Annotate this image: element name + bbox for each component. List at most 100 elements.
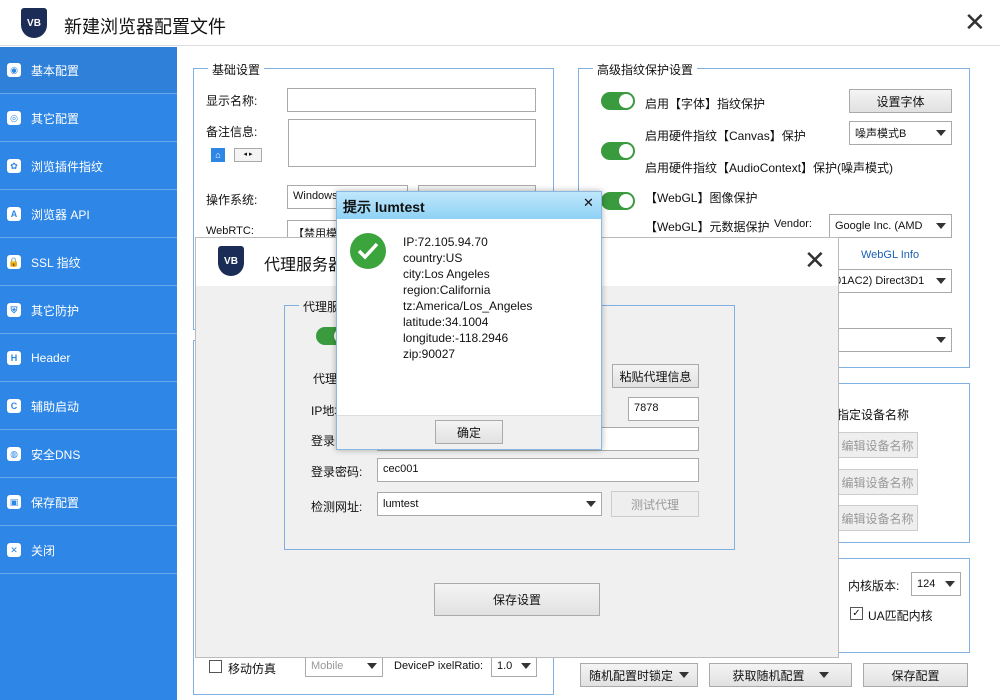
audio-protection-toggle[interactable] <box>601 192 635 210</box>
close-circle-icon: ✕ <box>7 543 21 557</box>
chevron-down-icon <box>586 501 596 507</box>
sidebar-item-label: 其它配置 <box>31 111 80 126</box>
renderer-value: 01AC2) Direct3D1 <box>835 275 925 287</box>
kernel-version-label: 内核版本: <box>848 579 900 593</box>
cmd-icon: C <box>7 399 21 413</box>
mobile-select[interactable]: Mobile <box>305 655 383 677</box>
mobile-emulation-checkbox[interactable] <box>209 660 222 673</box>
sidebar-item-7[interactable]: C 辅助启动 <box>0 383 177 430</box>
chevron-down-icon <box>936 337 946 343</box>
advanced-title: 高级指纹保护设置 <box>593 61 698 78</box>
sidebar-item-label: 保存配置 <box>31 495 80 510</box>
chevron-down-icon <box>818 672 829 678</box>
alert-line: country:US <box>403 251 463 265</box>
save-config-button[interactable]: 保存配置 <box>863 663 968 687</box>
check-url-select[interactable]: lumtest <box>377 492 602 516</box>
sidebar-item-label: 基本配置 <box>31 63 80 78</box>
get-random-config-label: 获取随机配置 <box>732 668 805 683</box>
canvas-mode-value: 噪声模式B <box>855 128 907 140</box>
sidebar-item-5[interactable]: ⛨ 其它防护 <box>0 287 177 334</box>
webgl-info-link[interactable]: WebGL Info <box>861 249 919 261</box>
proxy-close-icon[interactable]: ✕ <box>804 248 826 274</box>
mobile-select-value: Mobile <box>311 660 344 672</box>
chevron-down-icon <box>367 663 377 669</box>
sidebar-item-3[interactable]: A 浏览器 API <box>0 191 177 238</box>
alert-line: longitude:-118.2946 <box>403 331 509 345</box>
paste-proxy-button[interactable]: 粘贴代理信息 <box>612 364 699 388</box>
alert-ok-button[interactable]: 确定 <box>435 420 503 444</box>
chevron-down-icon <box>936 130 946 136</box>
globe-icon: ◍ <box>7 447 21 461</box>
check-url-value: lumtest <box>383 498 419 510</box>
password-input[interactable]: cec001 <box>377 458 699 482</box>
device-name-title: 指定设备名称 <box>837 408 910 422</box>
alert-line: region:California <box>403 283 491 297</box>
test-proxy-button[interactable]: 测试代理 <box>611 491 699 517</box>
edit-device-name-button-3[interactable]: 编辑设备名称 <box>837 505 918 531</box>
chevron-down-icon <box>521 663 531 669</box>
dpr-value: 1.0 <box>497 660 513 672</box>
sidebar-item-8[interactable]: ◍ 安全DNS <box>0 431 177 478</box>
home-icon[interactable]: ⌂ <box>211 148 225 162</box>
dpr-label: DeviceP ixelRatio: <box>394 660 484 672</box>
lock-icon: 🔒 <box>7 255 21 269</box>
webgl-meta-label: 【WebGL】元数据保护 <box>645 220 770 234</box>
font-protection-toggle[interactable] <box>601 92 635 110</box>
vendor-label: Vendor: <box>774 218 812 230</box>
sidebar-item-6[interactable]: H Header <box>0 335 177 382</box>
window-close-icon[interactable]: ✕ <box>964 10 986 36</box>
canvas-protection-toggle[interactable] <box>601 142 635 160</box>
edit-device-name-button-2[interactable]: 编辑设备名称 <box>837 469 918 495</box>
sidebar-item-1[interactable]: ◎ 其它配置 <box>0 95 177 142</box>
extra-select[interactable] <box>829 328 952 352</box>
font-protection-label: 启用【字体】指纹保护 <box>645 97 766 111</box>
sidebar-item-0[interactable]: ◉ 基本配置 <box>0 47 177 94</box>
audio-protection-label: 启用硬件指纹【AudioContext】保护(噪声模式) <box>645 161 894 175</box>
alert-header: 提示 lumtest ✕ <box>337 192 601 219</box>
basic-settings-title: 基础设置 <box>208 61 265 78</box>
mobile-emulation-label: 移动仿真 <box>228 662 277 676</box>
sidebar-item-label: 浏览器 API <box>31 207 90 222</box>
vendor-select[interactable]: Google Inc. (AMD <box>829 214 952 238</box>
random-lock-button[interactable]: 随机配置时锁定 <box>580 663 698 687</box>
sidebar-item-label: 浏览插件指纹 <box>31 159 104 174</box>
edit-device-name-button-1[interactable]: 编辑设备名称 <box>837 432 918 458</box>
dpr-select[interactable]: 1.0 <box>491 655 537 677</box>
get-random-config-button[interactable]: 获取随机配置 <box>709 663 852 687</box>
note-label: 备注信息: <box>206 125 258 139</box>
display-name-input[interactable] <box>287 88 536 112</box>
window-title: 新建浏览器配置文件 <box>64 17 226 37</box>
alert-close-icon[interactable]: ✕ <box>583 196 594 211</box>
chevron-down-icon <box>936 223 946 229</box>
ua-match-label: UA匹配内核 <box>868 609 933 623</box>
chevron-down-icon <box>936 278 946 284</box>
lumtest-alert-dialog: 提示 lumtest ✕ IP:72.105.94.70 country:US ci… <box>336 191 602 450</box>
renderer-select[interactable]: 01AC2) Direct3D1 <box>829 269 952 293</box>
sidebar-item-4[interactable]: 🔒 SSL 指纹 <box>0 239 177 286</box>
webgl-image-label: 【WebGL】图像保护 <box>645 191 758 205</box>
app-logo: VB <box>21 8 47 38</box>
note-textarea[interactable] <box>288 119 536 167</box>
set-font-button[interactable]: 设置字体 <box>849 89 952 113</box>
chevron-down-icon <box>679 672 689 678</box>
sidebar-item-10[interactable]: ✕ 关闭 <box>0 527 177 574</box>
scroll-arrows-icon[interactable]: ◂ ▸ <box>234 148 262 162</box>
canvas-protection-label: 启用硬件指纹【Canvas】保护 <box>645 129 806 143</box>
save-settings-button[interactable]: 保存设置 <box>434 583 600 616</box>
port-input[interactable]: 7878 <box>628 397 699 421</box>
success-check-icon <box>350 233 386 269</box>
sidebar-item-2[interactable]: ✿ 浏览插件指纹 <box>0 143 177 190</box>
save-icon: ▣ <box>7 495 21 509</box>
kernel-version-select[interactable]: 124 <box>911 572 961 596</box>
alert-line: city:Los Angeles <box>403 267 490 281</box>
ua-match-checkbox[interactable]: ✓ <box>850 607 863 620</box>
proxy-type-label: 代理 <box>313 372 338 386</box>
alert-message: IP:72.105.94.70 country:US city:Los Angele… <box>403 234 532 362</box>
alert-title: 提示 lumtest <box>343 199 425 215</box>
password-label: 登录密码: <box>311 465 363 479</box>
canvas-mode-select[interactable]: 噪声模式B <box>849 121 952 145</box>
sidebar-item-9[interactable]: ▣ 保存配置 <box>0 479 177 526</box>
os-label: 操作系统: <box>206 193 258 207</box>
random-lock-label: 随机配置时锁定 <box>588 668 673 683</box>
display-name-label: 显示名称: <box>206 94 258 108</box>
